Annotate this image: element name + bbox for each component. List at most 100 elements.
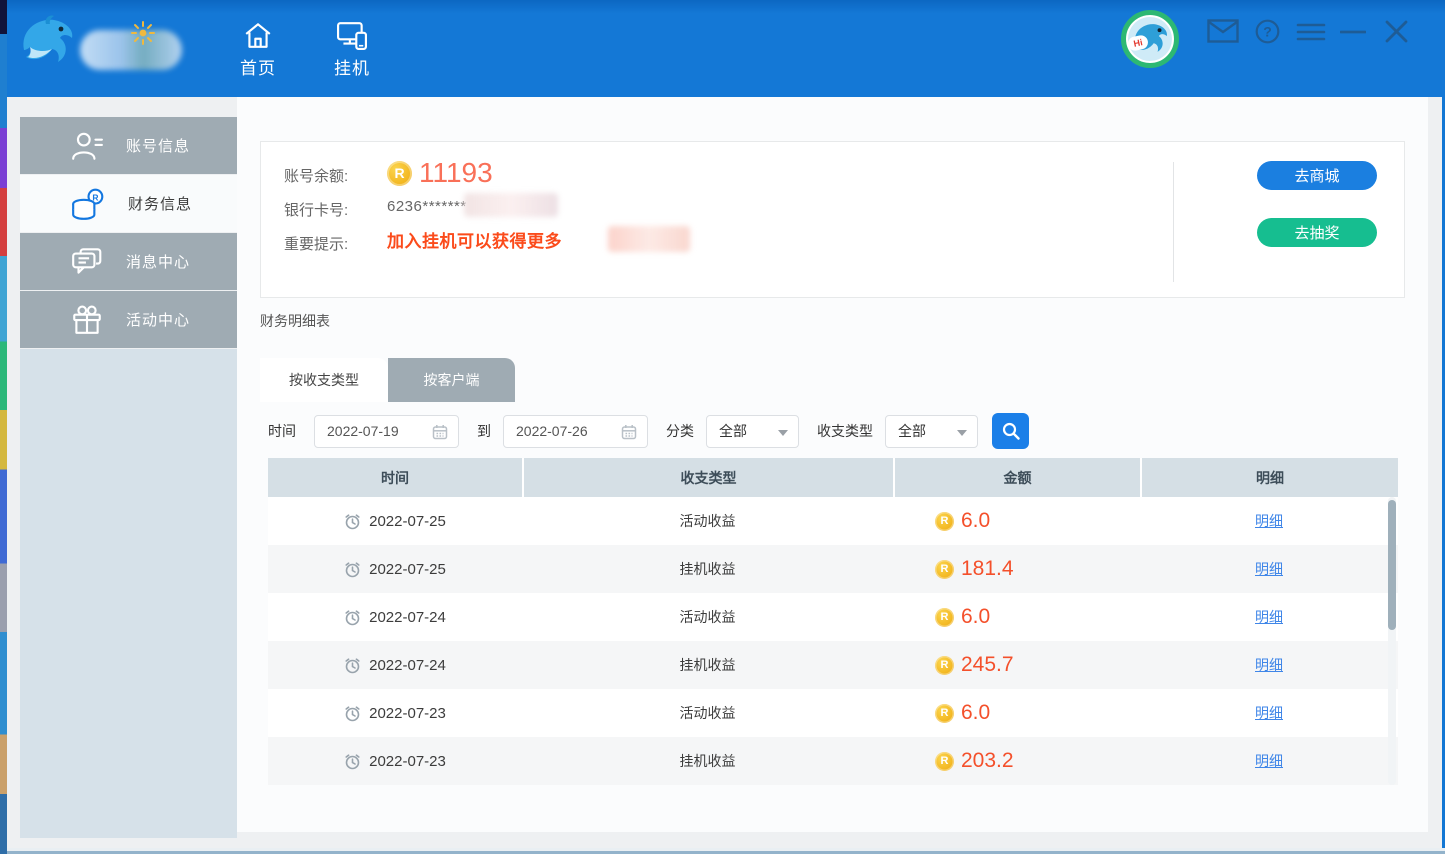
row-detail-cell: 明细 bbox=[1140, 511, 1398, 531]
row-detail-cell: 明细 bbox=[1140, 655, 1398, 675]
row-detail-link[interactable]: 明细 bbox=[1255, 607, 1283, 627]
coin-icon: R bbox=[935, 704, 954, 723]
row-amount-cell: R 181.4 bbox=[893, 557, 1140, 581]
filter-bar: 时间 到 bbox=[268, 414, 1029, 448]
table-row: 2022-07-24 挂机收益 R 245.7 明细 bbox=[268, 641, 1398, 689]
row-amount-cell: R 245.7 bbox=[893, 653, 1140, 677]
row-detail-link[interactable]: 明细 bbox=[1255, 655, 1283, 675]
time-filter-label: 时间 bbox=[268, 421, 296, 441]
table-scrollbar-thumb[interactable] bbox=[1388, 500, 1396, 630]
help-icon[interactable]: ? bbox=[1255, 19, 1280, 44]
close-icon[interactable] bbox=[1384, 19, 1409, 44]
row-type: 活动收益 bbox=[522, 511, 893, 531]
calendar-icon[interactable] bbox=[432, 424, 448, 440]
row-detail-link[interactable]: 明细 bbox=[1255, 703, 1283, 723]
calendar-icon[interactable] bbox=[621, 424, 637, 440]
bank-card-label: 银行卡号: bbox=[284, 199, 348, 220]
sidebar-label: 活动中心 bbox=[126, 309, 190, 330]
row-detail-cell: 明细 bbox=[1140, 607, 1398, 627]
header-income-type: 收支类型 bbox=[522, 458, 893, 497]
category-filter-label: 分类 bbox=[666, 421, 694, 441]
row-detail-link[interactable]: 明细 bbox=[1255, 751, 1283, 771]
tip-label: 重要提示: bbox=[284, 233, 348, 254]
minimize-icon[interactable] bbox=[1340, 29, 1366, 35]
clock-icon bbox=[344, 513, 361, 530]
coins-icon: R bbox=[70, 187, 106, 221]
section-title: 财务明细表 bbox=[260, 311, 330, 331]
table-body: 2022-07-25 活动收益 R 6.0 明细 bbox=[268, 497, 1398, 785]
table-scrollbar-track[interactable] bbox=[1388, 497, 1396, 785]
income-type-select[interactable]: 全部 bbox=[885, 415, 978, 448]
tab-by-income-type[interactable]: 按收支类型 bbox=[260, 358, 388, 402]
table-header: 时间 收支类型 金额 明细 bbox=[268, 458, 1398, 497]
row-amount: 245.7 bbox=[961, 653, 1014, 677]
sidebar-item-account-info[interactable]: 账号信息 bbox=[20, 117, 237, 174]
balance-label: 账号余额: bbox=[284, 165, 348, 186]
coin-icon: R bbox=[935, 560, 954, 579]
row-amount: 6.0 bbox=[961, 509, 990, 533]
date-from-value[interactable] bbox=[327, 416, 422, 447]
user-avatar[interactable]: Hi bbox=[1121, 10, 1179, 68]
table-row: 2022-07-23 挂机收益 R 203.2 明细 bbox=[268, 737, 1398, 785]
chat-icon bbox=[70, 246, 104, 278]
tab-by-client[interactable]: 按客户端 bbox=[388, 358, 515, 402]
titlebar: 首页 挂机 Hi bbox=[0, 0, 1445, 97]
go-lottery-button[interactable]: 去抽奖 bbox=[1257, 218, 1377, 247]
table-row: 2022-07-25 活动收益 R 6.0 明细 bbox=[268, 497, 1398, 545]
go-shop-button[interactable]: 去商城 bbox=[1257, 161, 1377, 190]
category-select[interactable]: 全部 bbox=[706, 415, 799, 448]
sidebar-label: 账号信息 bbox=[126, 135, 190, 156]
nav-hangup[interactable]: 挂机 bbox=[322, 20, 382, 84]
balance-amount: 11193 bbox=[419, 157, 493, 189]
menu-icon[interactable] bbox=[1296, 22, 1326, 42]
nav-home[interactable]: 首页 bbox=[228, 20, 288, 84]
row-amount: 6.0 bbox=[961, 605, 990, 629]
monitor-phone-icon bbox=[335, 20, 369, 50]
clock-icon bbox=[344, 753, 361, 770]
sidebar-item-message-center[interactable]: 消息中心 bbox=[20, 233, 237, 290]
search-button[interactable] bbox=[992, 413, 1029, 449]
row-type: 挂机收益 bbox=[522, 655, 893, 675]
balance-value: R 11193 bbox=[387, 157, 493, 189]
bank-card-redacted bbox=[464, 193, 558, 217]
sidebar-item-finance-info[interactable]: R 财务信息 bbox=[20, 175, 237, 232]
table-row: 2022-07-25 挂机收益 R 181.4 明细 bbox=[268, 545, 1398, 593]
svg-text:R: R bbox=[92, 192, 98, 202]
row-date: 2022-07-23 bbox=[369, 705, 446, 722]
row-amount: 6.0 bbox=[961, 701, 990, 725]
coin-icon: R bbox=[935, 608, 954, 627]
row-amount-cell: R 6.0 bbox=[893, 509, 1140, 533]
row-date: 2022-07-24 bbox=[369, 657, 446, 674]
desktop-edge bbox=[0, 0, 7, 854]
nav-home-label: 首页 bbox=[240, 54, 276, 79]
bank-card-number: 6236******* bbox=[387, 198, 467, 215]
row-type: 活动收益 bbox=[522, 607, 893, 627]
header-time: 时间 bbox=[268, 458, 522, 497]
clock-icon bbox=[344, 609, 361, 626]
date-to-input[interactable] bbox=[503, 415, 648, 448]
row-type: 挂机收益 bbox=[522, 751, 893, 771]
sidebar-item-activity-center[interactable]: 活动中心 bbox=[20, 291, 237, 348]
row-detail-cell: 明细 bbox=[1140, 703, 1398, 723]
row-detail-cell: 明细 bbox=[1140, 559, 1398, 579]
row-detail-link[interactable]: 明细 bbox=[1255, 559, 1283, 579]
nav-hangup-label: 挂机 bbox=[334, 54, 370, 79]
row-type: 活动收益 bbox=[522, 703, 893, 723]
finance-table: 时间 收支类型 金额 明细 2022-07-25 活动收益 R bbox=[268, 458, 1398, 785]
search-icon bbox=[1001, 421, 1021, 441]
clock-icon bbox=[344, 561, 361, 578]
row-date: 2022-07-23 bbox=[369, 753, 446, 770]
person-icon bbox=[70, 130, 104, 162]
dolphin-logo-icon bbox=[16, 12, 80, 76]
row-detail-link[interactable]: 明细 bbox=[1255, 511, 1283, 531]
category-select-value: 全部 bbox=[719, 421, 747, 441]
date-from-input[interactable] bbox=[314, 415, 459, 448]
row-amount: 203.2 bbox=[961, 749, 1014, 773]
table-row: 2022-07-23 活动收益 R 6.0 明细 bbox=[268, 689, 1398, 737]
mail-icon[interactable] bbox=[1207, 19, 1239, 43]
table-row: 2022-07-24 活动收益 R 6.0 明细 bbox=[268, 593, 1398, 641]
coin-icon: R bbox=[935, 656, 954, 675]
vertical-divider bbox=[1173, 162, 1174, 282]
row-amount-cell: R 203.2 bbox=[893, 749, 1140, 773]
date-to-value[interactable] bbox=[516, 416, 611, 447]
